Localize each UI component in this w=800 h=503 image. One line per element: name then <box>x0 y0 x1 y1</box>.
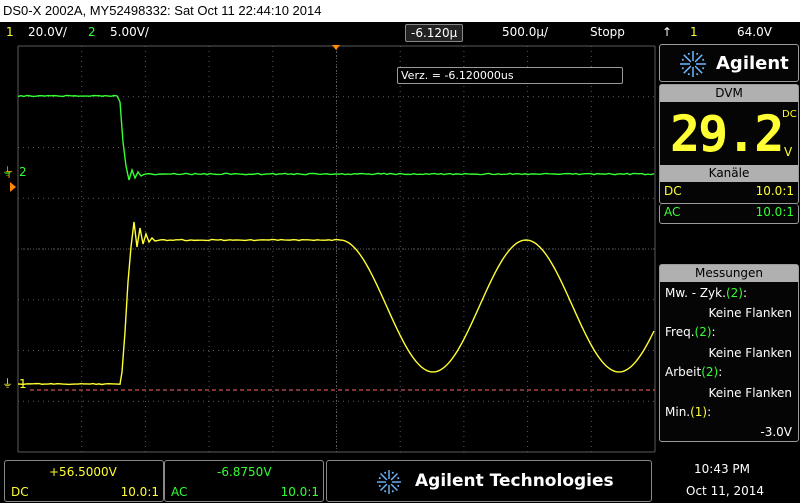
ch2-waveform <box>18 96 654 180</box>
right-panel: Agilent DVM 29.2 DC V Kanäle DC 10.0:1 A… <box>659 42 800 442</box>
agilent-spark-icon-bottom <box>375 468 403 496</box>
status-bar: 1 20.0V/ 2 5.00V/ -6.120µ 500.0µ/ Stopp … <box>0 22 800 42</box>
trigger-level[interactable]: 64.0V <box>737 24 772 40</box>
waveform-display[interactable]: T 2 1 ⏚ ⏚ Verz. = -6.120000us <box>0 42 658 454</box>
ch1-probe: 10.0:1 <box>756 184 794 198</box>
brand-full: Agilent Technologies <box>415 471 614 491</box>
trigger-icon: ↑ <box>662 24 672 40</box>
dvm-value: 29.2 <box>670 105 782 163</box>
ch1-bottom-probe: 10.0:1 <box>121 485 159 499</box>
ch1-scale[interactable]: 20.0V/ <box>28 24 67 40</box>
dvm-unit: V <box>784 145 792 159</box>
brand-label: Agilent <box>716 53 789 74</box>
delay-readout-box: Verz. = -6.120000us <box>397 67 623 84</box>
graticule <box>18 46 655 452</box>
window-title: DS0-X 2002A, MY52498332: Sat Oct 11 22:4… <box>0 0 800 22</box>
ch1-offset: +56.5000V <box>49 465 117 479</box>
measure-2-label: Freq.(2): <box>665 325 716 339</box>
ch2-number[interactable]: 2 <box>88 24 96 40</box>
ch2-bottom-probe: 10.0:1 <box>281 485 319 499</box>
trigger-source[interactable]: 1 <box>690 24 698 40</box>
ch1-number[interactable]: 1 <box>6 24 14 40</box>
measurements-header: Messungen <box>660 265 798 282</box>
logo-box: Agilent <box>659 44 799 82</box>
bottom-bar: +56.5000V DC 10.0:1 -6.8750V AC 10.0:1 A… <box>0 456 800 503</box>
dvm-header: DVM <box>660 85 798 102</box>
measure-2-value: Keine Flanken <box>709 346 793 360</box>
waveform-svg: T 2 1 ⏚ ⏚ <box>0 42 658 454</box>
dvm-mode: DC <box>782 109 797 120</box>
measure-1-value: Keine Flanken <box>709 306 793 320</box>
time-scale[interactable]: 500.0µ/ <box>502 24 548 40</box>
ch2-offset: -6.8750V <box>217 465 272 479</box>
clock-date: Oct 11, 2014 <box>686 484 764 498</box>
measure-1-label: Mw. - Zyk.(2): <box>665 286 747 300</box>
measure-4-label: Min.(1): <box>665 405 711 419</box>
dvm-box[interactable]: DVM 29.2 DC V Kanäle DC 10.0:1 <box>659 84 799 204</box>
ch1-info-box[interactable]: +56.5000V DC 10.0:1 <box>4 460 164 502</box>
trigger-position-marker[interactable] <box>332 45 340 50</box>
time-offset[interactable]: -6.120µ <box>405 24 463 42</box>
ch1-ground-icon: ⏚ <box>2 377 13 390</box>
ch1-ground-marker[interactable]: 1 <box>19 377 27 391</box>
ch2-bottom-coupling: AC <box>171 485 187 499</box>
ch2-ground-icon: ⏚ <box>2 165 13 178</box>
ch2-scale[interactable]: 5.00V/ <box>110 24 149 40</box>
delay-readout: Verz. = -6.120000us <box>401 69 514 82</box>
measurements-box[interactable]: Messungen Mw. - Zyk.(2): Keine Flanken F… <box>659 264 799 442</box>
measure-4-value: -3.0V <box>760 425 792 439</box>
channels-header: Kanäle <box>660 165 798 182</box>
channels-ch2-row: AC 10.0:1 <box>659 204 799 224</box>
ch2-coupling: AC <box>664 205 680 219</box>
ch2-probe: 10.0:1 <box>756 205 794 219</box>
brand-box: Agilent Technologies <box>326 460 652 502</box>
agilent-spark-icon <box>678 49 708 79</box>
ch1-bottom-coupling: DC <box>11 485 29 499</box>
measure-3-label: Arbeit(2): <box>665 365 722 379</box>
clock-time: 10:43 PM <box>694 462 750 476</box>
trigger-level-arrow <box>10 182 16 192</box>
run-state[interactable]: Stopp <box>590 24 625 40</box>
ch1-coupling: DC <box>664 184 682 198</box>
ch2-ground-marker[interactable]: 2 <box>19 165 27 179</box>
measure-3-value: Keine Flanken <box>709 386 793 400</box>
ch2-info-box[interactable]: -6.8750V AC 10.0:1 <box>164 460 324 502</box>
